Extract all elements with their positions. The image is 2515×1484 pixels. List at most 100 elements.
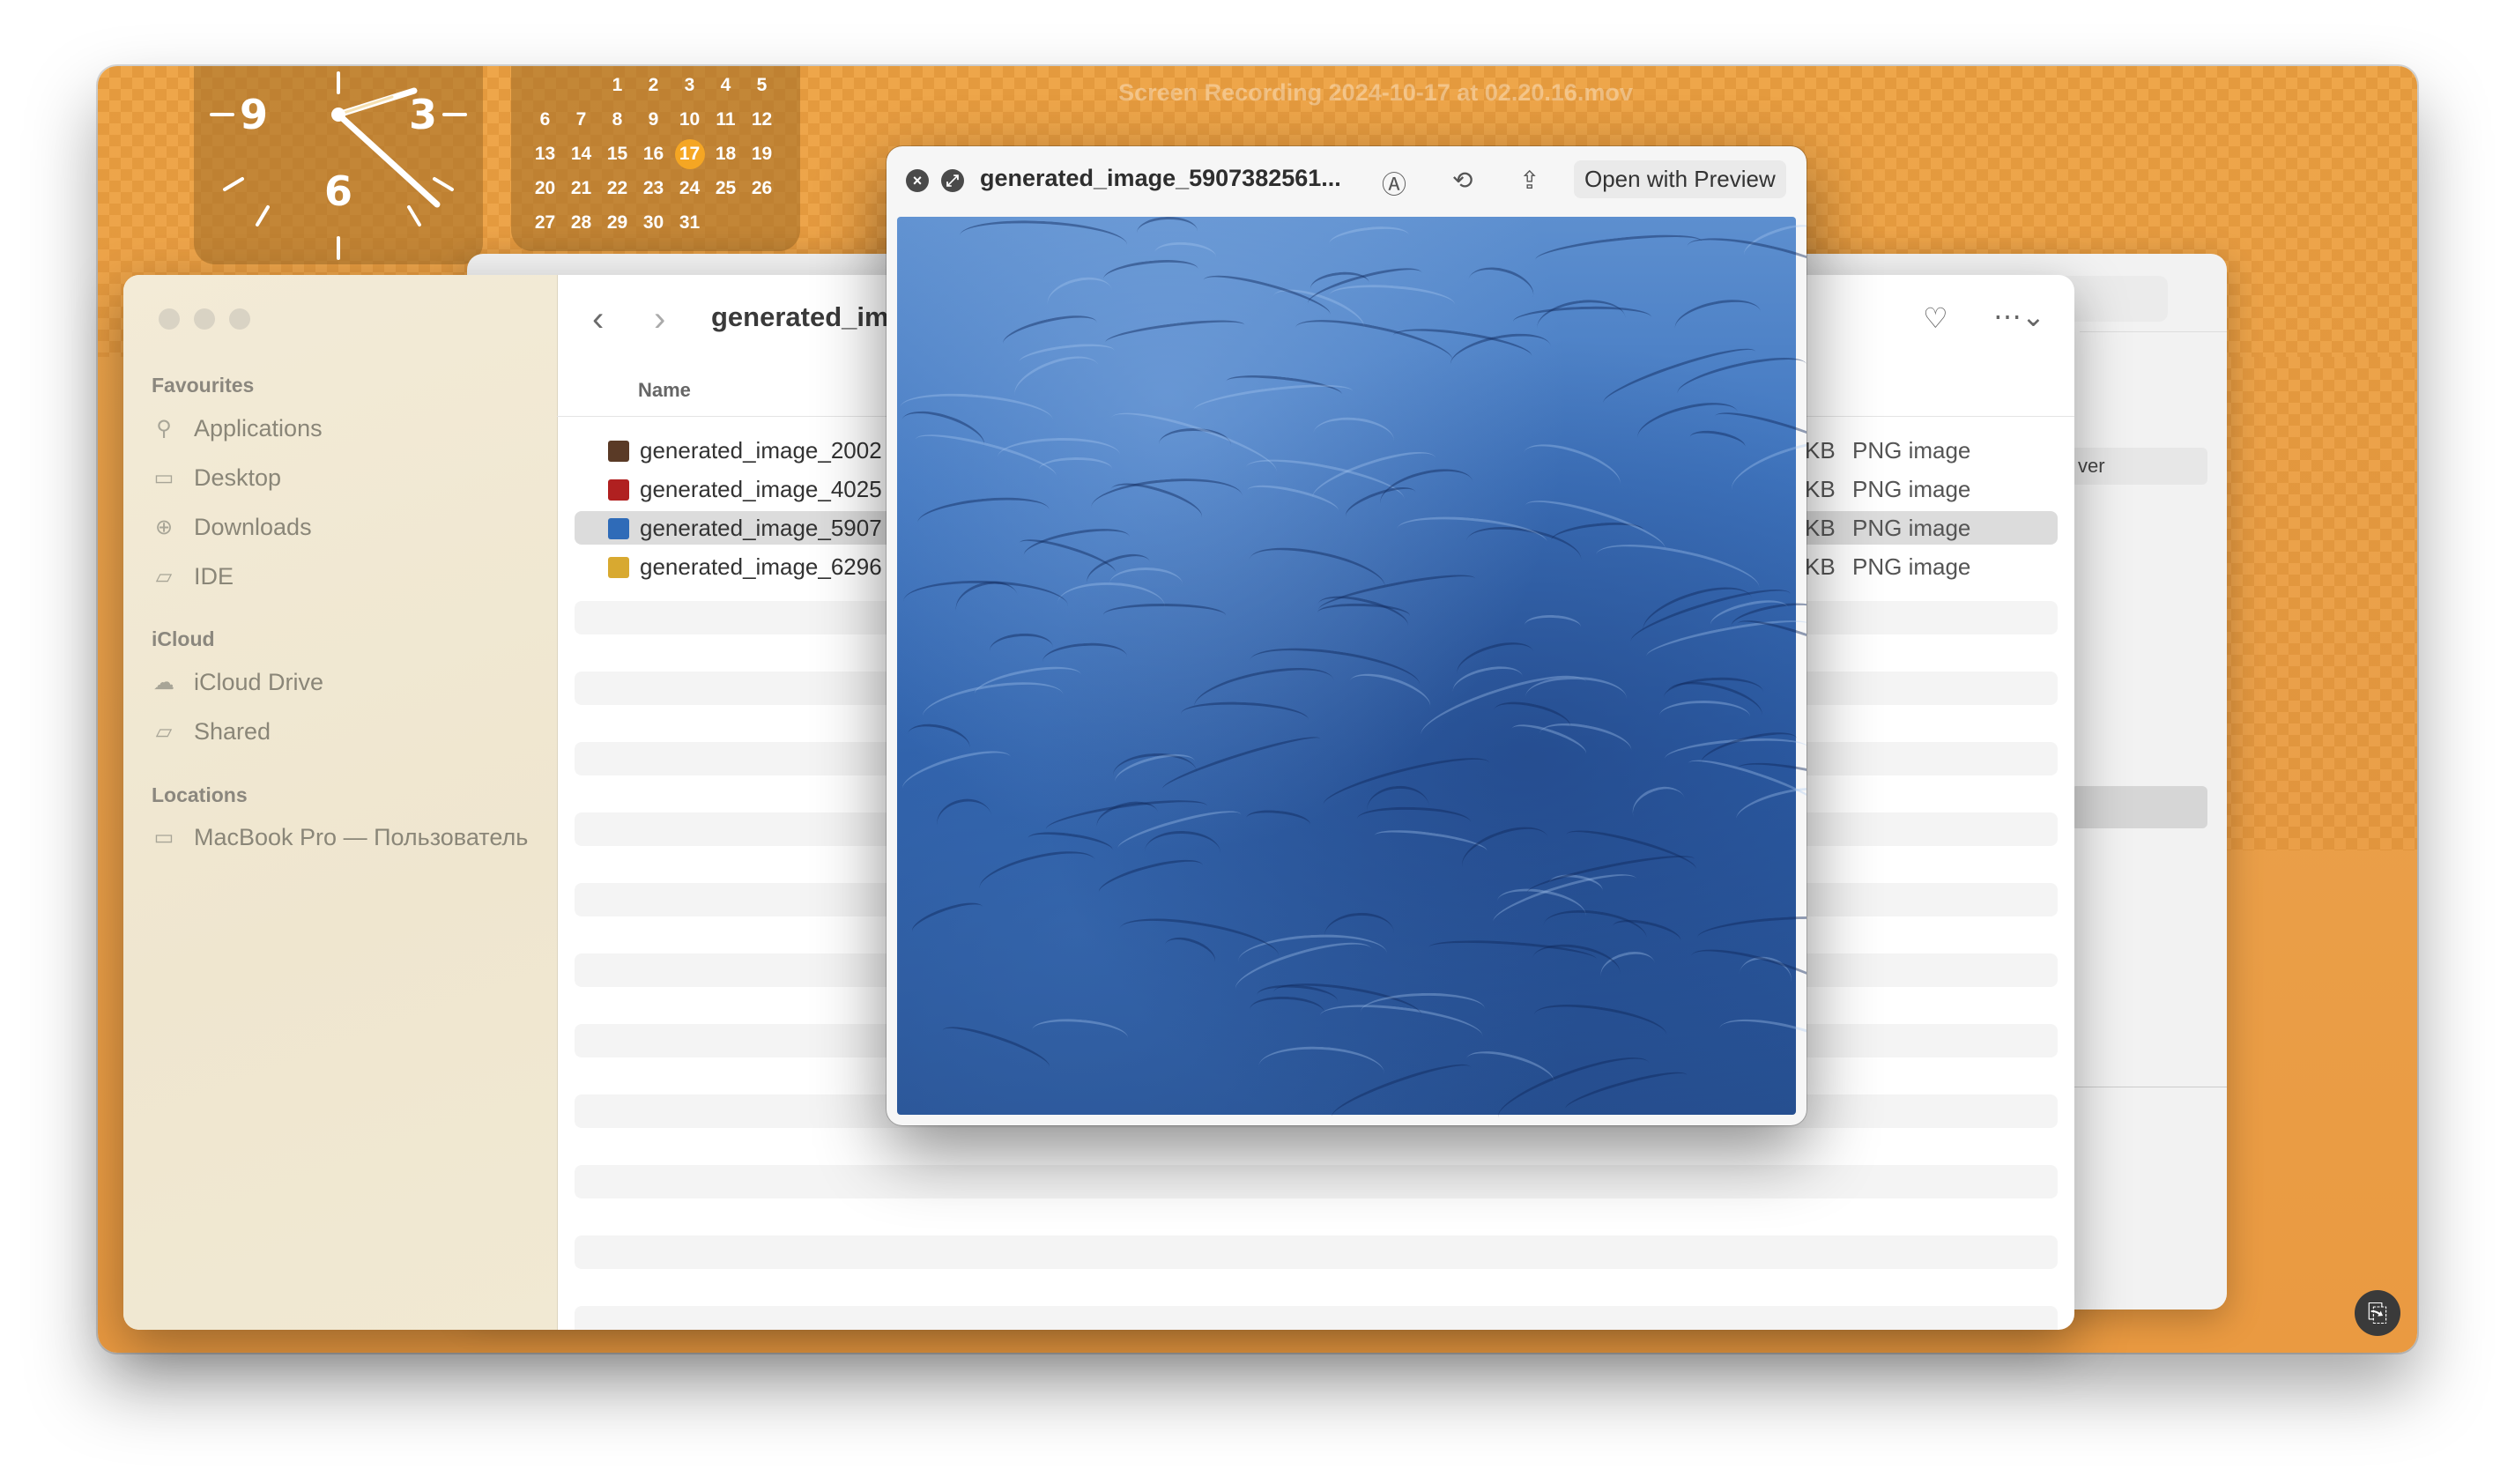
calendar-day: 26 [751, 178, 773, 198]
sidebar-item-icloud-drive[interactable]: ☁ iCloud Drive [152, 663, 323, 701]
laptop-icon: ▭ [153, 825, 174, 850]
markup-icon[interactable]: Ⓐ [1382, 166, 1406, 201]
clock-number-3: 3 [409, 91, 438, 138]
calendar-day: 15 [606, 144, 628, 164]
water-ripple [1311, 413, 1397, 461]
tag-icon[interactable]: ♡ [1923, 301, 1948, 335]
folder-icon: ▱ [155, 564, 173, 589]
calendar-day: 3 [684, 75, 695, 95]
calendar-day: 29 [606, 212, 628, 233]
calendar-grid: 1 2 3 4 5 6 7 8 9 10 11 12 13 14 15 16 17 18 19 20 21 22 23 24 2… [527, 68, 780, 240]
water-ripple [975, 842, 1100, 909]
background-list-item: ver [2071, 448, 2207, 485]
calendar-day [563, 68, 599, 102]
empty-row [575, 1235, 2058, 1269]
calendar-day: 10 [679, 109, 701, 130]
file-kind: PNG image [1852, 476, 1971, 502]
more-actions-icon[interactable]: ⋯⌄ [1993, 300, 2045, 333]
background-list-item-label: ver [2078, 455, 2105, 477]
calendar-day: 31 [679, 212, 701, 233]
minimize-window-button[interactable] [194, 308, 215, 330]
calendar-widget: 1 2 3 4 5 6 7 8 9 10 11 12 13 14 15 16 17 18 19 20 21 22 23 24 2… [511, 66, 800, 251]
sidebar-item-shared[interactable]: ▱ Shared [152, 712, 271, 751]
cloud-icon: ☁ [153, 670, 174, 694]
calendar-day: 16 [642, 144, 664, 164]
rotate-icon[interactable]: ⟲ [1452, 166, 1473, 195]
background-selected-item [2071, 786, 2207, 828]
water-ripple [1030, 1015, 1130, 1053]
sidebar-item-macbook[interactable]: ▭ MacBook Pro — Пользователь [152, 818, 529, 857]
file-name: generated_image_2002 [640, 437, 882, 464]
calendar-day: 7 [575, 109, 587, 130]
water-ripple [1327, 222, 1410, 256]
sidebar-item-desktop[interactable]: ▭ Desktop [152, 458, 281, 497]
water-ripple [916, 493, 1051, 541]
share-icon[interactable]: ⇪ [1519, 166, 1539, 195]
water-ripple [1671, 293, 1765, 348]
back-button[interactable]: ‹ [592, 300, 604, 339]
live-text-icon[interactable]: ⎘ [2355, 1290, 2400, 1336]
file-kind: PNG image [1852, 437, 1971, 464]
png-thumbnail-icon [608, 479, 629, 501]
sidebar-item-applications[interactable]: ⚲ Applications [152, 409, 322, 448]
sidebar-section-icloud: iCloud [152, 627, 215, 650]
calendar-day: 12 [751, 109, 773, 130]
forward-button[interactable]: › [654, 300, 665, 339]
applications-icon: ⚲ [156, 416, 172, 441]
calendar-day: 28 [570, 212, 592, 233]
file-kind: PNG image [1852, 553, 1971, 580]
file-name: generated_image_5907 [640, 515, 882, 541]
sidebar-item-label: Downloads [194, 513, 312, 540]
file-name: generated_image_6296 [640, 553, 882, 580]
calendar-day: 11 [716, 109, 736, 130]
water-ripple [908, 895, 987, 943]
finder-sidebar: Favourites ⚲ Applications ▭ Desktop ⊕ Downl… [123, 275, 558, 1330]
fullscreen-icon[interactable]: ⤢ [941, 169, 964, 192]
divider [2080, 331, 2227, 332]
png-thumbnail-icon [608, 518, 629, 539]
calendar-day: 8 [612, 109, 623, 130]
water-ripple [1696, 911, 1806, 953]
open-with-preview-button[interactable]: Open with Preview [1574, 160, 1786, 198]
file-size: KB [1805, 553, 1836, 580]
water-ripple [1531, 997, 1670, 1053]
close-window-button[interactable] [159, 308, 180, 330]
sidebar-item-label: Shared [194, 717, 271, 745]
calendar-day: 9 [648, 109, 659, 130]
file-kind: PNG image [1852, 515, 1971, 541]
shared-folder-icon: ▱ [155, 719, 173, 744]
water-ripple [932, 794, 997, 849]
sidebar-item-ide[interactable]: ▱ IDE [152, 557, 234, 596]
zoom-window-button[interactable] [229, 308, 250, 330]
calendar-day: 27 [534, 212, 556, 233]
calendar-day: 18 [715, 144, 737, 164]
sidebar-item-downloads[interactable]: ⊕ Downloads [152, 508, 312, 546]
column-name[interactable]: Name [638, 379, 691, 402]
desktop-icon: ▭ [153, 465, 174, 490]
calendar-day: 25 [715, 178, 737, 198]
calendar-day: 30 [642, 212, 664, 233]
quicklook-toolbar: × ⤢ generated_image_5907382561... Ⓐ ⟲ ⇪ … [887, 146, 1806, 215]
calendar-day: 4 [720, 75, 731, 95]
calendar-day: 21 [570, 178, 592, 198]
calendar-day [527, 68, 563, 102]
water-ripple [1517, 434, 1626, 503]
clock-number-6: 6 [324, 167, 353, 215]
clock-face [210, 71, 467, 260]
png-thumbnail-icon [608, 441, 629, 462]
sidebar-item-label: MacBook Pro — Пользователь [194, 823, 529, 850]
calendar-day: 5 [756, 75, 768, 95]
water-ripple [1627, 779, 1692, 836]
water-ripple [1395, 510, 1549, 560]
calendar-day: 24 [679, 178, 701, 198]
water-ripple [1686, 939, 1806, 1014]
close-icon[interactable]: × [906, 169, 929, 192]
file-size: KB [1805, 515, 1836, 541]
calendar-day: 20 [534, 178, 556, 198]
preview-image [896, 215, 1806, 1125]
quicklook-panel: × ⤢ generated_image_5907382561... Ⓐ ⟲ ⇪ … [887, 146, 1806, 1125]
file-size: KB [1805, 476, 1836, 502]
folder-title: generated_im [711, 301, 889, 332]
calendar-day: 6 [539, 109, 551, 130]
file-size: KB [1805, 437, 1836, 464]
